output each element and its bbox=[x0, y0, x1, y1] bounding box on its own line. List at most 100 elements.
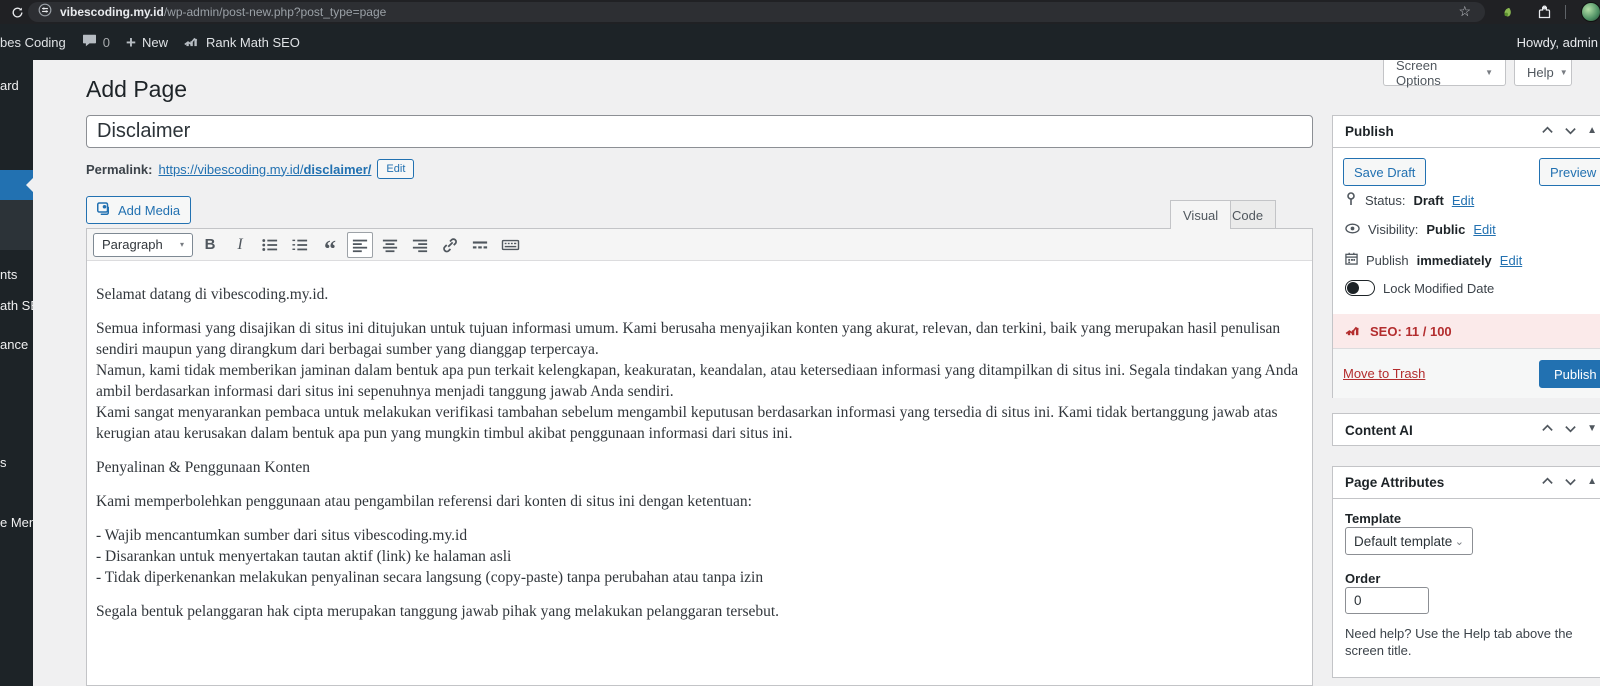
wp-admin-menu: ard nts ath SEO ance s e Menu bbox=[0, 60, 49, 686]
url-path: /wp-admin/post-new.php?post_type=page bbox=[163, 5, 387, 19]
editor-paragraph: - Wajib mencantumkan sumber dari situs v… bbox=[96, 525, 1302, 588]
screen-options-tab[interactable]: Screen Options ▼ bbox=[1383, 58, 1506, 88]
permalink-row: Permalink: https://vibescoding.my.id/dis… bbox=[86, 159, 415, 179]
plus-icon: + bbox=[126, 32, 136, 52]
panel-toggle-icon[interactable]: ▲ bbox=[1587, 125, 1597, 136]
site-settings-icon[interactable] bbox=[38, 3, 52, 22]
sidebar-item-appearance[interactable]: ance bbox=[0, 337, 28, 352]
editor-text-line: Selamat datang di vibescoding.my.id. bbox=[96, 286, 329, 303]
schedule-row: Publish immediately Edit bbox=[1345, 252, 1522, 268]
editor-text-line: Namun, kami tidak memberikan jaminan dal… bbox=[96, 362, 1299, 400]
chevron-down-icon: ⌄ bbox=[1454, 535, 1464, 548]
toolbar-separator bbox=[1565, 5, 1566, 19]
move-to-trash-link[interactable]: Move to Trash bbox=[1343, 366, 1425, 381]
comment-bubble-icon bbox=[82, 34, 97, 50]
page-attributes-panel: Page Attributes ▲ Template Default templ… bbox=[1332, 466, 1600, 678]
edit-schedule-link[interactable]: Edit bbox=[1500, 253, 1522, 268]
publish-button[interactable]: Publish bbox=[1539, 360, 1600, 388]
order-label: Order bbox=[1345, 571, 1381, 586]
edit-status-link[interactable]: Edit bbox=[1452, 193, 1474, 208]
editor-paragraph: Penyalinan & Penggunaan Konten bbox=[96, 457, 1302, 478]
order-input[interactable] bbox=[1345, 587, 1429, 614]
move-up-icon[interactable] bbox=[1541, 124, 1554, 137]
rank-math-seo-score[interactable]: SEO: 11 / 100 bbox=[1333, 314, 1600, 348]
add-media-button[interactable]: Add Media bbox=[86, 196, 192, 224]
status-row: Status: Draft Edit bbox=[1345, 192, 1474, 209]
sidebar-item-plugins[interactable]: s bbox=[0, 455, 7, 470]
sidebar-item-dashboard[interactable]: ard bbox=[0, 78, 19, 93]
paragraph-format-select[interactable]: Paragraph ▾ bbox=[93, 232, 193, 257]
content-ai-panel: Content AI ▼ bbox=[1332, 413, 1600, 446]
editor-paragraph: Segala bentuk pelanggaran hak cipta meru… bbox=[96, 601, 1302, 622]
align-center-button[interactable] bbox=[377, 232, 403, 258]
preview-button[interactable]: Preview bbox=[1539, 158, 1600, 186]
italic-button[interactable]: I bbox=[227, 232, 253, 258]
eye-icon bbox=[1345, 222, 1360, 237]
template-select[interactable]: Default template ⌄ bbox=[1345, 527, 1473, 555]
admin-bar-rank-math[interactable]: Rank Math SEO bbox=[176, 24, 308, 60]
sidebar-item-pages-selected[interactable] bbox=[0, 170, 33, 200]
comment-count: 0 bbox=[102, 34, 111, 50]
permalink-edit-button[interactable]: Edit bbox=[377, 159, 415, 179]
editor-text-line: Kami sangat menyarankan pembaca untuk me… bbox=[96, 404, 1278, 442]
publish-panel-footer: Move to Trash Publish bbox=[1333, 348, 1600, 398]
editor-text-line: Kami memperbolehkan penggunaan atau peng… bbox=[96, 493, 752, 510]
main-content: Screen Options ▼ Help ▼ Add Page Permali… bbox=[33, 58, 1600, 686]
bold-button[interactable]: B bbox=[197, 232, 223, 258]
editor-paragraph: Kami memperbolehkan penggunaan atau peng… bbox=[96, 491, 1302, 512]
calendar-icon bbox=[1345, 252, 1358, 268]
editor-paragraph: Selamat datang di vibescoding.my.id. bbox=[96, 284, 1302, 305]
align-right-button[interactable] bbox=[407, 232, 433, 258]
editor-content[interactable]: Selamat datang di vibescoding.my.id. Semu… bbox=[87, 262, 1312, 679]
insert-link-button[interactable] bbox=[437, 232, 463, 258]
editor-text-line: - Disarankan untuk menyertakan tautan ak… bbox=[96, 548, 512, 565]
chevron-down-icon: ▼ bbox=[1485, 68, 1493, 77]
page-title-input[interactable] bbox=[86, 115, 1313, 148]
move-up-icon[interactable] bbox=[1541, 475, 1554, 488]
editor-paragraph: Semua informasi yang disajikan di situs … bbox=[96, 318, 1302, 444]
page-attributes-help-text: Need help? Use the Help tab above the sc… bbox=[1345, 626, 1573, 658]
move-down-icon[interactable] bbox=[1564, 475, 1577, 488]
editor-text-line: - Wajib mencantumkan sumber dari situs v… bbox=[96, 527, 468, 544]
move-down-icon[interactable] bbox=[1564, 422, 1577, 435]
blockquote-button[interactable]: “ bbox=[317, 232, 343, 262]
admin-bar-comments[interactable]: 0 bbox=[74, 24, 118, 60]
rank-math-icon bbox=[184, 34, 200, 50]
lock-modified-toggle[interactable] bbox=[1345, 280, 1375, 296]
page-title: Add Page bbox=[86, 76, 188, 102]
seo-graph-icon bbox=[1345, 323, 1362, 339]
wordpress-add-page-screen: vibescoding.my.id/wp-admin/post-new.php?… bbox=[0, 0, 1600, 686]
chevron-down-icon: ▼ bbox=[1559, 68, 1568, 77]
editor-text-line: Semua informasi yang disajikan di situs … bbox=[96, 320, 1281, 358]
permalink-link[interactable]: https://vibescoding.my.id/disclaimer/ bbox=[158, 162, 371, 177]
toolbar-toggle-button[interactable] bbox=[497, 232, 523, 258]
publish-panel: Publish ▲ Save Draft Preview Status: Dra… bbox=[1332, 115, 1600, 398]
tab-visual[interactable]: Visual bbox=[1170, 200, 1232, 229]
url-text: vibescoding.my.id/wp-admin/post-new.php?… bbox=[60, 5, 386, 19]
browser-profile-avatar[interactable] bbox=[1581, 2, 1600, 22]
admin-bar-site-name[interactable]: bes Coding bbox=[0, 24, 74, 60]
bookmark-star-icon[interactable]: ☆ bbox=[1458, 3, 1471, 20]
numbered-list-button[interactable] bbox=[287, 232, 313, 258]
admin-bar-howdy[interactable]: Howdy, admin bbox=[1517, 24, 1598, 60]
sidebar-item-comments[interactable]: nts bbox=[0, 267, 17, 282]
admin-bar-new[interactable]: + New bbox=[118, 24, 176, 60]
help-tab[interactable]: Help ▼ bbox=[1514, 60, 1572, 86]
address-bar[interactable]: vibescoding.my.id/wp-admin/post-new.php?… bbox=[28, 2, 1485, 22]
chevron-down-icon: ▾ bbox=[179, 240, 184, 249]
save-draft-button[interactable]: Save Draft bbox=[1343, 158, 1427, 186]
wp-admin-bar: bes Coding 0 + New Rank Math SEO Howdy, … bbox=[0, 24, 1600, 60]
move-down-icon[interactable] bbox=[1564, 124, 1577, 137]
move-up-icon[interactable] bbox=[1541, 422, 1554, 435]
align-left-button[interactable] bbox=[347, 231, 373, 258]
edit-visibility-link[interactable]: Edit bbox=[1473, 222, 1495, 237]
bulleted-list-button[interactable] bbox=[257, 232, 283, 258]
panel-toggle-icon[interactable]: ▼ bbox=[1587, 423, 1597, 434]
reload-icon[interactable] bbox=[6, 1, 28, 23]
read-more-button[interactable] bbox=[467, 232, 493, 258]
extensions-puzzle-icon[interactable] bbox=[1536, 3, 1552, 21]
extension-icon-green[interactable] bbox=[1500, 3, 1516, 21]
editor-text-line: - Tidak diperkenankan melakukan penyalin… bbox=[96, 569, 764, 586]
sidebar-submenu-block bbox=[0, 200, 33, 250]
panel-toggle-icon[interactable]: ▲ bbox=[1587, 476, 1597, 487]
